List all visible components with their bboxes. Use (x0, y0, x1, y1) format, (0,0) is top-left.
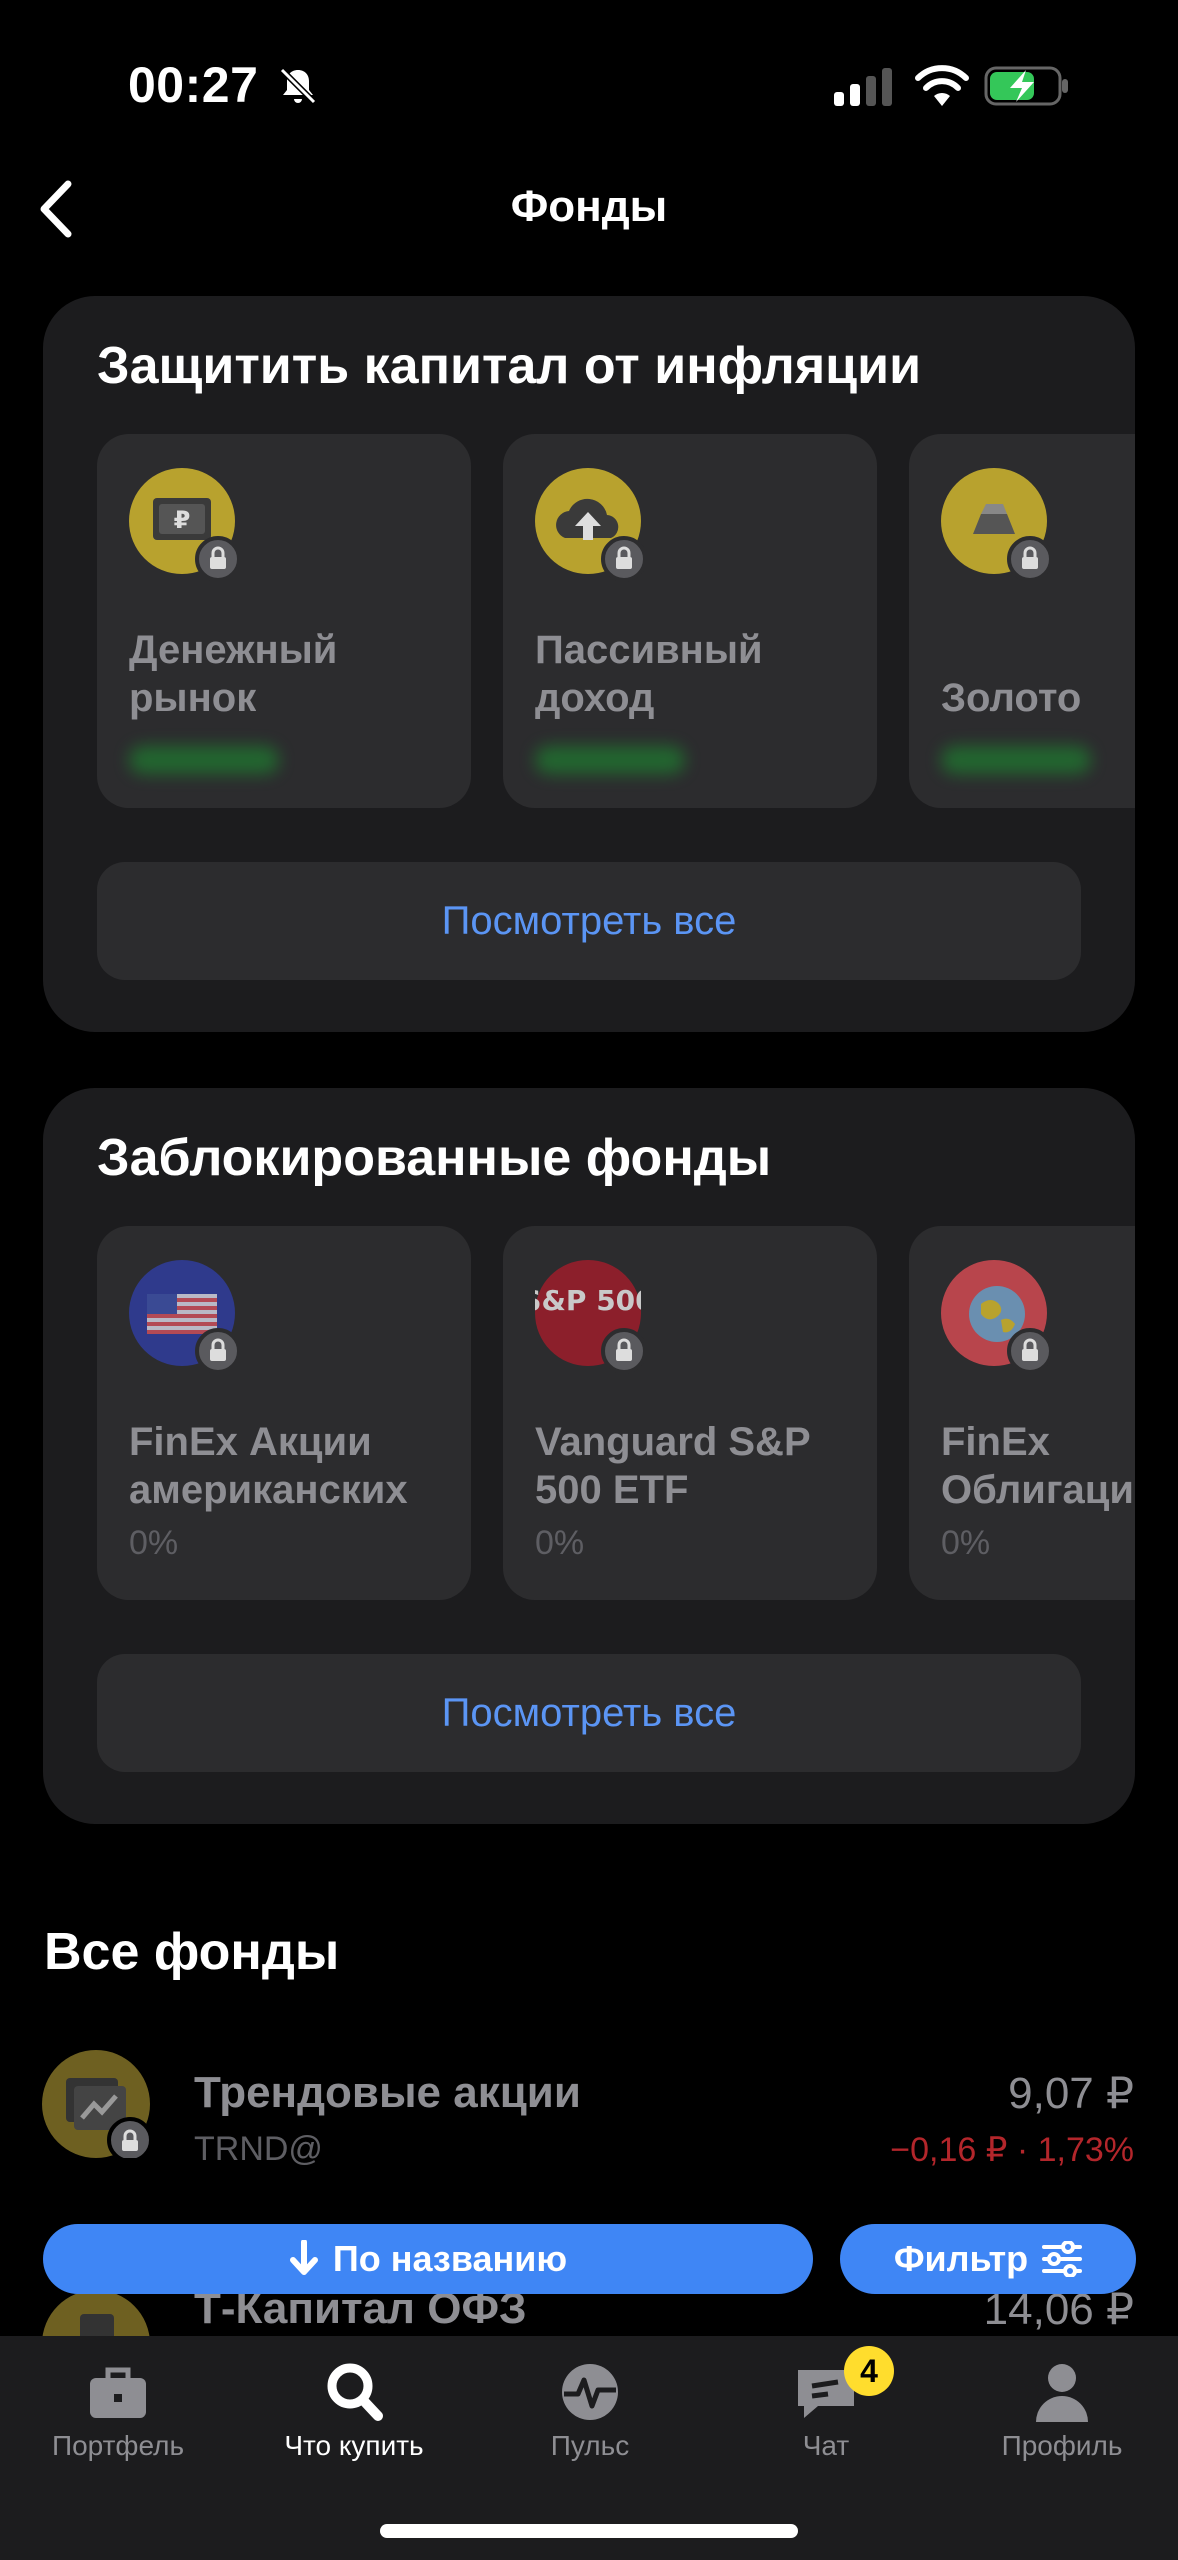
card-name-line2: рынок (129, 676, 257, 720)
see-all-button[interactable]: Посмотреть все (97, 862, 1081, 980)
briefcase-icon (90, 2367, 146, 2418)
filter-label: Фильтр (893, 2238, 1029, 2279)
tab-label: Профиль (1001, 2430, 1123, 2461)
lock-icon (1007, 1328, 1053, 1374)
cards-carousel[interactable]: ₽ Денежный рынок Пассивный доход Золото (97, 434, 1135, 808)
tab-pulse[interactable]: Пульс (472, 2336, 708, 2476)
fund-ticker: TRND@ (194, 2130, 323, 2168)
lock-icon (195, 1328, 241, 1374)
tab-what-to-buy[interactable]: Что купить (236, 2336, 472, 2476)
battery-charging-icon (984, 66, 1068, 106)
card-name-line2: 500 ETF (535, 1468, 689, 1512)
cards-carousel[interactable]: FinEx Акции американских 0% S&P 500 Vang… (97, 1226, 1135, 1600)
card-percent: 0% (941, 1524, 991, 1562)
tab-label: Портфель (51, 2430, 185, 2461)
lock-icon (195, 536, 241, 582)
sp500-icon-text: S&P 500 (535, 1284, 641, 1317)
card-name-line1: Денежный (129, 628, 338, 672)
card-name-line1: FinEx (941, 1420, 1050, 1464)
blurred-yield (535, 746, 685, 774)
card-name-line1: Vanguard S&P (535, 1420, 811, 1464)
unread-badge: 4 (844, 2346, 894, 2396)
lock-icon (1007, 536, 1053, 582)
blurred-yield (941, 746, 1091, 774)
all-funds-title: Все фонды (44, 1923, 340, 1981)
tab-profile[interactable]: Профиль (944, 2336, 1178, 2476)
status-time: 00:27 (128, 57, 259, 113)
fund-card-vanguard-sp500[interactable]: S&P 500 Vanguard S&P 500 ETF 0% (503, 1226, 877, 1600)
trend-chart-icon (42, 2050, 153, 2163)
profile-icon (1036, 2364, 1088, 2422)
bell-muted-icon (279, 67, 317, 105)
card-name-line2: американских (129, 1468, 408, 1512)
cellular-signal-icon (834, 68, 892, 106)
card-percent: 0% (129, 1524, 179, 1562)
wifi-icon (915, 65, 969, 106)
fund-card-finex-us[interactable]: FinEx Акции американских 0% (97, 1226, 471, 1600)
blurred-yield (129, 746, 279, 774)
page-title: Фонды (510, 182, 668, 231)
document-icon (42, 2290, 150, 2336)
card-name-line2: Облигаци (941, 1468, 1134, 1512)
inflation-section: Защитить капитал от инфляции ₽ Денежный … (43, 296, 1135, 1032)
card-percent: 0% (535, 1524, 585, 1562)
lock-icon (601, 1328, 647, 1374)
pulse-icon (562, 2364, 618, 2420)
tab-label: Чат (802, 2430, 850, 2461)
tab-portfolio[interactable]: Портфель (0, 2336, 236, 2476)
filter-button[interactable]: Фильтр (840, 2224, 1136, 2294)
see-all-button[interactable]: Посмотреть все (97, 1654, 1081, 1772)
tab-label: Что купить (284, 2430, 424, 2461)
section-title: Заблокированные фонды (97, 1129, 772, 1187)
sort-label: По названию (332, 2238, 568, 2279)
fund-price: 9,07 ₽ (1008, 2069, 1134, 2118)
sort-by-name-button[interactable]: По названию (43, 2224, 813, 2294)
arrow-down-icon (289, 2240, 318, 2275)
lock-icon (601, 536, 647, 582)
card-name-line1: Пассивный (535, 628, 763, 672)
fund-card-passive-income[interactable]: Пассивный доход (503, 434, 877, 808)
section-title: Защитить капитал от инфляции (97, 337, 922, 395)
search-icon (327, 2363, 383, 2421)
fund-row[interactable]: Трендовые акции TRND@ 9,07 ₽ −0,16 ₽ · 1… (0, 2040, 1178, 2190)
fund-name: Трендовые акции (194, 2068, 581, 2117)
blocked-funds-section: Заблокированные фонды FinEx Акции америк… (43, 1088, 1135, 1824)
home-indicator (380, 2524, 798, 2538)
svg-text:₽: ₽ (174, 506, 191, 534)
card-name-line2: Золото (941, 676, 1082, 720)
fund-card-gold[interactable]: Золото (909, 434, 1135, 808)
fund-change: −0,16 ₽ · 1,73% (890, 2131, 1134, 2169)
fund-card-money-market[interactable]: ₽ Денежный рынок (97, 434, 471, 808)
tab-chat[interactable]: 4 Чат (708, 2336, 944, 2476)
fund-card-finex-bonds[interactable]: FinEx Облигаци 0% (909, 1226, 1135, 1600)
tab-label: Пульс (550, 2430, 630, 2461)
card-name-line2: доход (535, 676, 655, 720)
card-name-line1: FinEx Акции (129, 1420, 372, 1464)
sliders-icon (1042, 2241, 1083, 2277)
